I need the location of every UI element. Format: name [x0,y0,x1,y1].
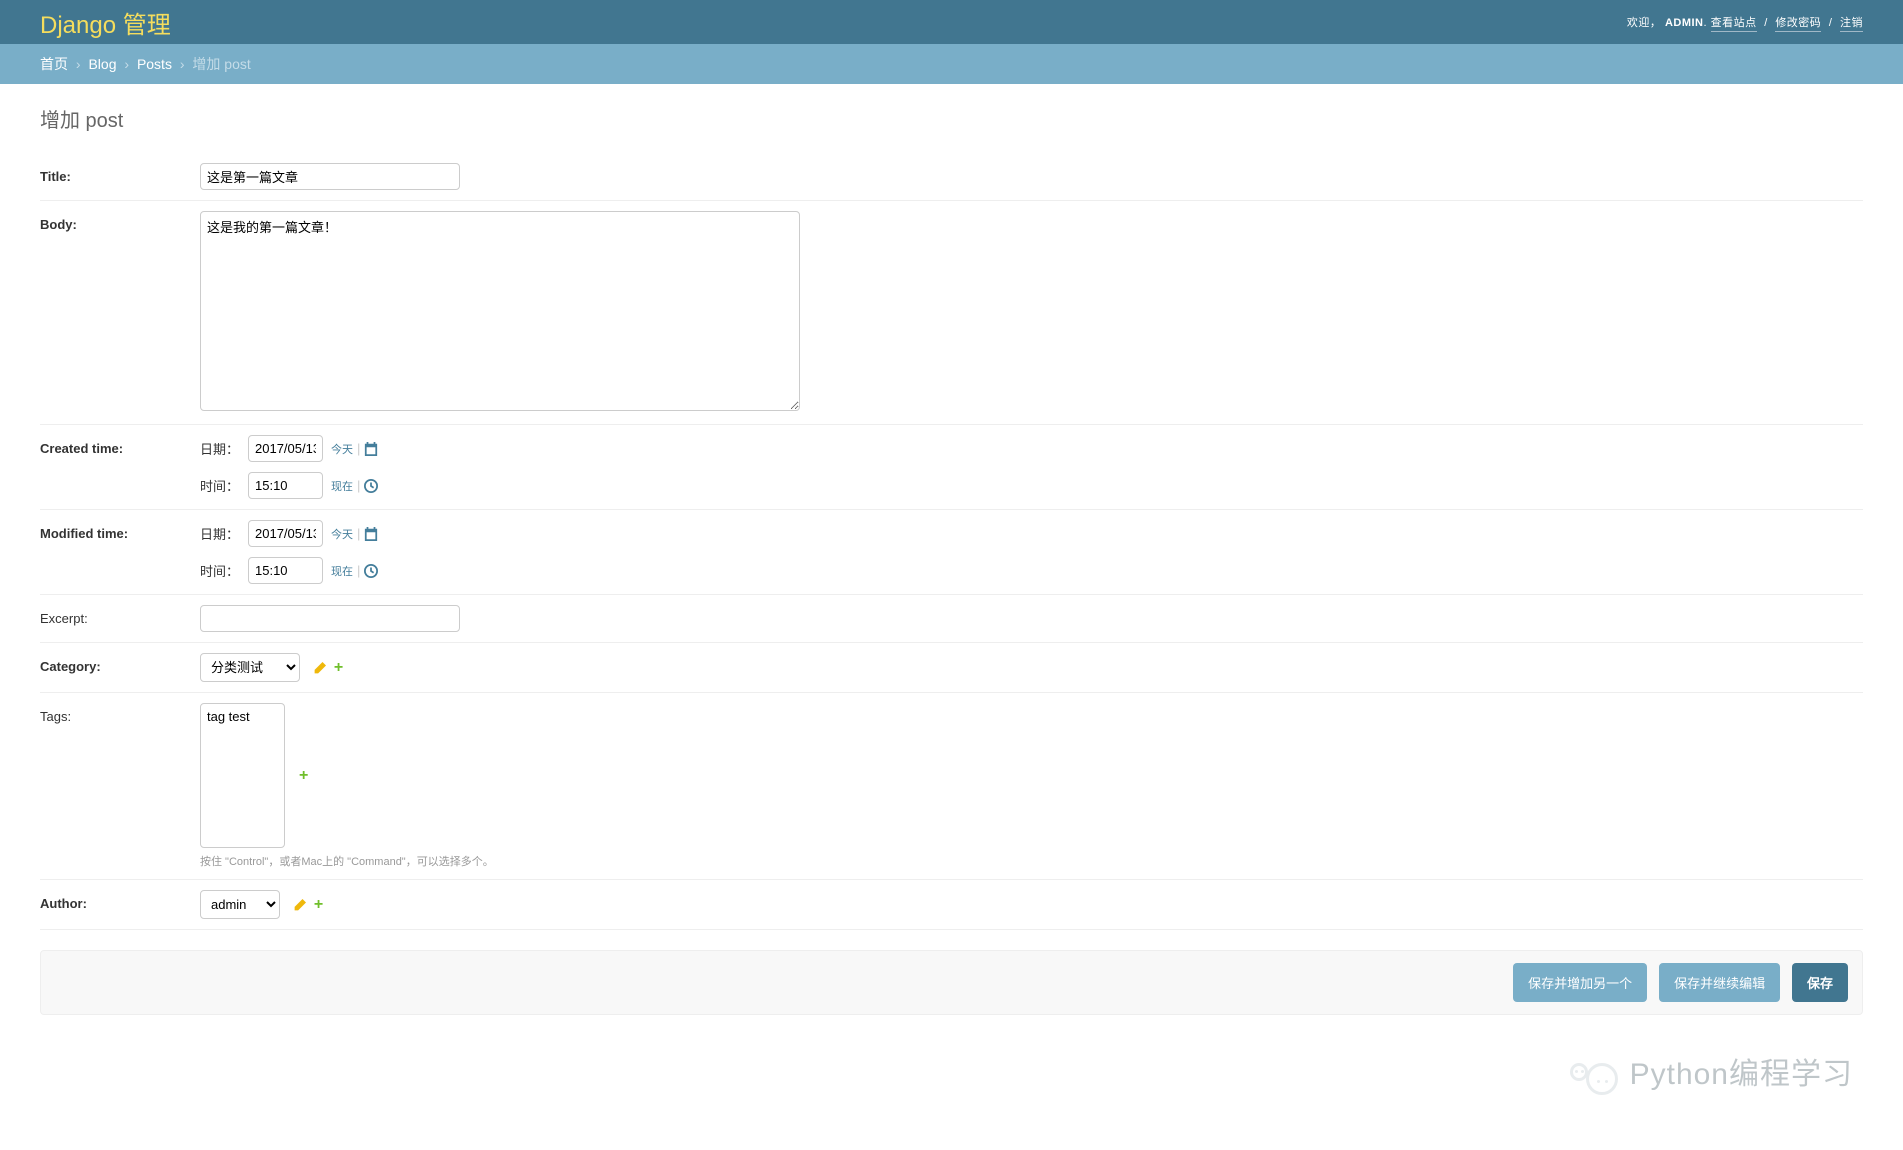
clock-icon[interactable] [364,563,378,579]
user-tools: 欢迎， ADMIN. 查看站点 / 修改密码 / 注销 [1627,14,1863,30]
submit-row [40,950,1863,1015]
branding[interactable]: Django 管理 [40,5,171,40]
save-continue-button[interactable] [1659,963,1780,1002]
field-row-body: Body: 这是我的第一篇文章！ [40,201,1863,425]
created-time-row: 时间： 现在 | [200,472,1863,499]
clock-icon[interactable] [364,478,378,494]
field-row-excerpt: Excerpt: [40,595,1863,643]
calendar-icon[interactable] [364,441,378,457]
author-label: Author: [40,890,200,911]
page-title: 增加 post [40,104,1863,133]
tags-help-text: 按住 "Control"，或者Mac上的 "Command"，可以选择多个。 [200,853,1863,869]
modified-time-label: Modified time: [40,520,200,541]
wechat-icon [1570,1047,1618,1095]
add-author-icon[interactable]: + [314,896,323,914]
created-date-row: 日期： 今天 | [200,435,1863,462]
modified-time-sublabel: 时间： [200,561,248,580]
field-row-created-time: Created time: 日期： 今天 | 时间： 现在 | [40,425,1863,510]
admin-header: Django 管理 欢迎， ADMIN. 查看站点 / 修改密码 / 注销 [0,0,1903,44]
field-row-category: Category: 分类测试 + [40,643,1863,693]
category-label: Category: [40,653,200,674]
field-row-tags: Tags: tag test + 按住 "Control"，或者Mac上的 "C… [40,693,1863,880]
excerpt-input[interactable] [200,605,460,632]
excerpt-label: Excerpt: [40,605,200,626]
calendar-icon[interactable] [364,526,378,542]
body-textarea[interactable]: 这是我的第一篇文章！ [200,211,800,411]
watermark: Python编程学习 [1570,1047,1853,1095]
field-row-modified-time: Modified time: 日期： 今天 | 时间： 现在 | [40,510,1863,595]
modified-date-sublabel: 日期： [200,524,248,543]
add-tag-icon[interactable]: + [299,767,308,785]
field-row-author: Author: admin + [40,880,1863,930]
edit-author-icon[interactable] [292,897,306,913]
tags-option[interactable]: tag test [207,709,278,725]
breadcrumb-current: 增加 post [192,56,250,72]
created-time-label: Created time: [40,435,200,456]
username: ADMIN [1665,17,1704,29]
modified-time-now-link[interactable]: 现在 [331,563,353,579]
created-date-sublabel: 日期： [200,439,248,458]
title-label: Title: [40,163,200,184]
content: 增加 post Title: Body: 这是我的第一篇文章！ Created … [0,84,1903,1035]
add-category-icon[interactable]: + [334,659,343,677]
modified-date-row: 日期： 今天 | [200,520,1863,547]
modified-time-row: 时间： 现在 | [200,557,1863,584]
logout-link[interactable]: 注销 [1840,17,1863,32]
view-site-link[interactable]: 查看站点 [1711,17,1757,32]
tags-label: Tags: [40,703,200,724]
breadcrumb: 首页 › Blog › Posts › 增加 post [0,44,1903,84]
tags-select[interactable]: tag test [200,703,285,848]
breadcrumb-model[interactable]: Posts [137,56,172,72]
created-time-sublabel: 时间： [200,476,248,495]
breadcrumb-app[interactable]: Blog [88,56,116,72]
category-select[interactable]: 分类测试 [200,653,300,682]
welcome-text: 欢迎， [1627,17,1662,29]
save-button[interactable] [1792,963,1848,1002]
save-add-another-button[interactable] [1513,963,1647,1002]
body-label: Body: [40,211,200,232]
created-date-today-link[interactable]: 今天 [331,441,353,457]
modified-date-input[interactable] [248,520,323,547]
change-password-link[interactable]: 修改密码 [1775,17,1821,32]
field-row-title: Title: [40,153,1863,201]
edit-category-icon[interactable] [312,660,326,676]
modified-time-input[interactable] [248,557,323,584]
created-time-now-link[interactable]: 现在 [331,478,353,494]
post-form: Title: Body: 这是我的第一篇文章！ Created time: 日期… [40,153,1863,1015]
created-time-input[interactable] [248,472,323,499]
title-input[interactable] [200,163,460,190]
created-date-input[interactable] [248,435,323,462]
author-select[interactable]: admin [200,890,280,919]
modified-date-today-link[interactable]: 今天 [331,526,353,542]
breadcrumb-home[interactable]: 首页 [40,56,68,72]
watermark-text: Python编程学习 [1630,1049,1853,1093]
